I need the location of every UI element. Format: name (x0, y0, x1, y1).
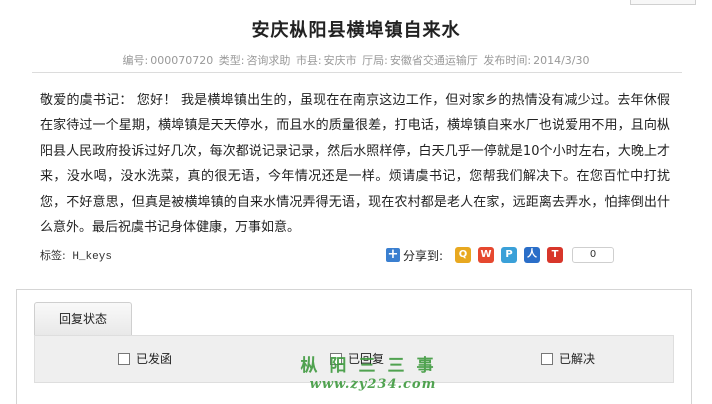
article-body: 敬爱的虞书记： 您好！ 我是横埠镇出生的，虽现在在南京这边工作，但对家乡的热情没… (40, 93, 670, 236)
reply-option-sent-label: 已发函 (136, 352, 173, 366)
weibo-icon[interactable]: W (478, 247, 495, 263)
share-label: 分享到: (403, 248, 444, 263)
meta-city-value: 安庆市 (323, 54, 357, 67)
tags-line: 标签: H_keys (40, 247, 112, 263)
reply-option-resolved-label: 已解决 (559, 352, 596, 366)
top-stub-button[interactable] (630, 0, 696, 5)
qzone-icon[interactable]: Q (455, 247, 472, 263)
page-title: 安庆枞阳县横埠镇自来水 (251, 20, 461, 41)
tags-value[interactable]: H_keys (72, 251, 112, 263)
meta-type-label: 类型: (218, 54, 245, 67)
renren-icon[interactable]: 人 (524, 247, 541, 263)
watermark-title: 枞阳三三事 (300, 356, 446, 376)
reply-option-resolved[interactable]: 已解决 (541, 350, 595, 367)
share-count: 0 (572, 247, 615, 263)
pengyou-icon[interactable]: P (501, 247, 518, 263)
checkbox-resolved[interactable] (541, 352, 553, 365)
meta-info-line: 编号: 000070720 类型: 咨询求助 市县: 安庆市 厅局: 安徽省交通运输厅 … (0, 52, 712, 68)
share-bar: + 分享到: Q W P 人 T 0 (386, 245, 615, 265)
tencent-weibo-icon[interactable]: T (547, 247, 564, 263)
reply-option-sent[interactable]: 已发函 (118, 350, 172, 367)
meta-id-label: 编号: (122, 54, 149, 67)
watermark-url: www.zy234.com (309, 377, 437, 392)
title-divider (32, 72, 682, 73)
meta-dept-label: 厅局: (362, 54, 388, 67)
checkbox-sent[interactable] (118, 352, 130, 365)
meta-type-value: 咨询求助 (246, 54, 291, 67)
tab-reply-status[interactable]: 回复状态 (34, 302, 132, 336)
meta-dept-value: 安徽省交通运输厅 (389, 54, 478, 67)
meta-date-value: 2014/3/30 (533, 54, 590, 67)
meta-id-value: 000070720 (150, 54, 214, 67)
meta-city-label: 市县: (295, 54, 322, 67)
tags-label: 标签: (40, 249, 66, 262)
share-plus-icon[interactable]: + (386, 248, 400, 262)
meta-date-label: 发布时间: (483, 54, 532, 67)
